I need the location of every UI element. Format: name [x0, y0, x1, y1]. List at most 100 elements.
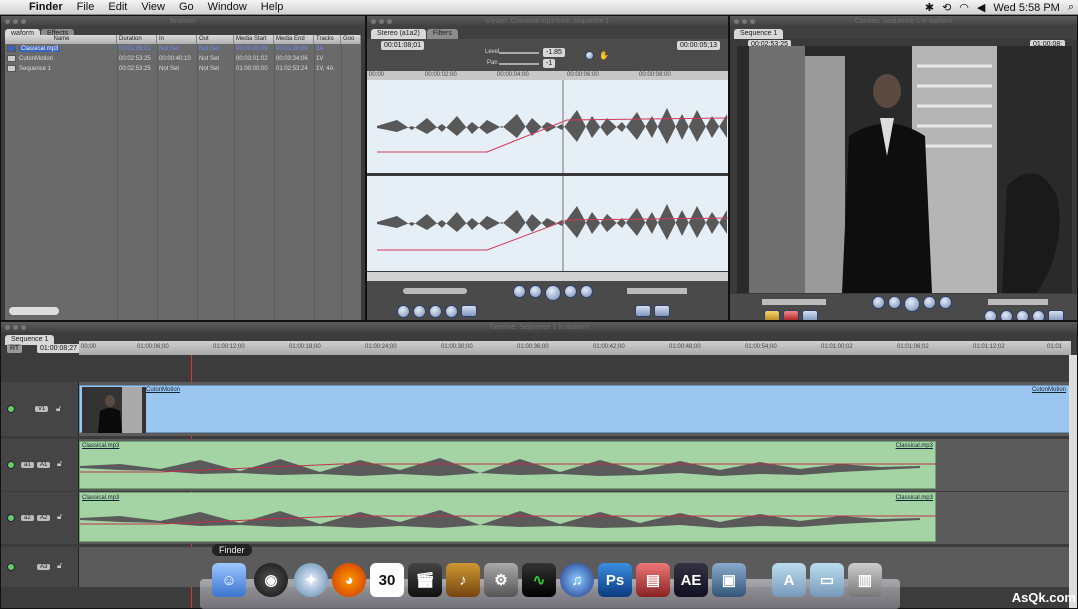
waveform-channel-1[interactable] [367, 80, 728, 173]
viewer-zoom-scrollbar[interactable] [367, 272, 728, 281]
menu-window[interactable]: Window [201, 0, 254, 15]
col-name[interactable]: Name [5, 35, 117, 44]
source-track-a1[interactable]: a1 [21, 462, 34, 468]
browser-scrollbar[interactable] [9, 307, 59, 315]
finder-icon[interactable]: ☺ [212, 563, 246, 597]
activity-monitor-icon[interactable]: ∿ [522, 563, 556, 597]
play-in-out-button[interactable] [888, 296, 901, 309]
close-icon[interactable] [5, 19, 10, 24]
canvas-shuttle-control[interactable] [762, 299, 826, 305]
source-track-a2[interactable]: a2 [21, 515, 34, 521]
col-media-end[interactable]: Media End [274, 35, 314, 44]
table-row[interactable]: CutonMotion 00:02:53:25 00:00:40:10 Not … [5, 54, 361, 64]
waveform-channel-2[interactable] [367, 176, 728, 271]
jog-control[interactable] [627, 288, 687, 294]
close-icon[interactable] [371, 19, 376, 24]
track-audible-icon[interactable] [7, 514, 15, 522]
col-goo[interactable]: Goo [341, 35, 361, 44]
lock-icon[interactable]: 🔓︎ [57, 512, 62, 522]
minimize-icon[interactable] [742, 19, 747, 24]
mark-clip-button[interactable] [413, 305, 426, 318]
canvas-jog-control[interactable] [988, 299, 1048, 305]
generator-button[interactable] [654, 305, 670, 317]
add-keyframe-button[interactable] [429, 305, 442, 318]
applications-folder-icon[interactable]: A [772, 563, 806, 597]
col-media-start[interactable]: Media Start [234, 35, 274, 44]
ical-icon[interactable]: 30 [370, 563, 404, 597]
browser-titlebar[interactable]: Browser [1, 16, 365, 27]
zoom-icon[interactable] [21, 19, 26, 24]
zoom-icon[interactable] [750, 19, 755, 24]
lock-icon[interactable]: 🔓︎ [57, 459, 62, 469]
sync-icon[interactable]: ⟲ [942, 1, 951, 14]
garageband-icon[interactable]: ♪ [446, 563, 480, 597]
photoshop-icon[interactable]: Ps [598, 563, 632, 597]
level-value[interactable]: -1.85 [543, 48, 565, 57]
viewer-duration-timecode[interactable]: 00:01:08;01 [381, 41, 424, 50]
next-edit-button[interactable] [939, 296, 952, 309]
audio-clip[interactable]: Classical.mp3 Classical.mp3 [79, 492, 937, 542]
tab-filters[interactable]: Filters [426, 29, 458, 39]
soundtrack-icon[interactable]: ▤ [636, 563, 670, 597]
track-visibility-icon[interactable] [7, 405, 15, 413]
firefox-icon[interactable]: ◕ [332, 563, 366, 597]
mark-in-out-button[interactable] [461, 305, 477, 317]
menu-view[interactable]: View [134, 0, 172, 15]
zoom-icon[interactable] [387, 19, 392, 24]
play-around-button[interactable] [564, 285, 577, 298]
menu-go[interactable]: Go [172, 0, 201, 15]
match-frame-button[interactable] [984, 310, 997, 320]
mark-clip-button[interactable] [1000, 310, 1013, 320]
replace-button[interactable] [802, 310, 818, 320]
pan-value[interactable]: -1 [543, 59, 556, 68]
menu-edit[interactable]: Edit [101, 0, 134, 15]
col-in[interactable]: In [157, 35, 197, 44]
final-cut-icon[interactable]: 🎬︎ [408, 563, 442, 597]
timeline-timecode[interactable]: 01:00:08;27 [37, 344, 80, 353]
track-label-a1[interactable]: A1 [37, 462, 51, 468]
documents-folder-icon[interactable]: ▭ [810, 563, 844, 597]
shuttle-control[interactable] [403, 288, 467, 294]
video-clip[interactable]: CutonMotion CutonMotion [79, 385, 1071, 433]
zoom-icon[interactable] [21, 325, 26, 330]
track-label-v1[interactable]: V1 [35, 406, 49, 412]
minimize-icon[interactable] [379, 19, 384, 24]
track-label-a2[interactable]: A2 [37, 515, 51, 521]
menu-file[interactable]: File [70, 0, 102, 15]
tab-stereo[interactable]: Stereo (a1a2) [371, 29, 426, 39]
play-around-button[interactable] [923, 296, 936, 309]
add-keyframe-button[interactable] [1016, 310, 1029, 320]
spotlight-icon[interactable]: ⌕ [1068, 1, 1074, 14]
add-marker-button[interactable] [445, 305, 458, 318]
video-frame[interactable] [737, 46, 1072, 293]
canvas-titlebar[interactable]: Canvas: Sequence 1 in waform [730, 16, 1077, 27]
dashboard-icon[interactable]: ◉ [254, 563, 288, 597]
col-tracks[interactable]: Tracks [314, 35, 341, 44]
reset-button[interactable] [585, 51, 594, 60]
track-label-a3[interactable]: A3 [37, 564, 51, 570]
safari-icon[interactable]: ✦ [294, 563, 328, 597]
mark-in-out-button[interactable] [1048, 310, 1064, 320]
table-row[interactable]: Classical.mp3 00:01:08:01 Not Set Not Se… [5, 44, 361, 54]
track-audible-icon[interactable] [7, 461, 15, 469]
lock-icon[interactable]: 🔓︎ [57, 561, 62, 571]
itunes-icon[interactable]: ♫ [560, 563, 594, 597]
col-duration[interactable]: Duration [117, 35, 157, 44]
viewer-titlebar[interactable]: Viewer: Classical.mp3 from Sequence 1 [367, 16, 728, 27]
next-edit-button[interactable] [580, 285, 593, 298]
audio-clip[interactable]: Classical.mp3 Classical.mp3 [79, 441, 937, 489]
close-icon[interactable] [5, 325, 10, 330]
overwrite-button[interactable] [783, 310, 799, 320]
menubar-clock[interactable]: Wed 5:58 PM [993, 2, 1059, 14]
timeline-ruler[interactable]: 00;00 01:00:06;00 01:00:12;00 01:00:18;0… [79, 341, 1071, 355]
prev-edit-button[interactable] [513, 285, 526, 298]
play-button[interactable] [904, 296, 920, 312]
pan-slider[interactable] [499, 63, 539, 65]
play-in-out-button[interactable] [529, 285, 542, 298]
match-frame-button[interactable] [397, 305, 410, 318]
rt-menu[interactable]: RT [7, 344, 23, 353]
level-slider[interactable] [499, 52, 539, 54]
menu-app-finder[interactable]: Finder [22, 0, 70, 15]
table-row[interactable]: Sequence 1 00:02:53:25 Not Set Not Set 0… [5, 64, 361, 74]
trash-icon[interactable]: ▥ [848, 563, 882, 597]
